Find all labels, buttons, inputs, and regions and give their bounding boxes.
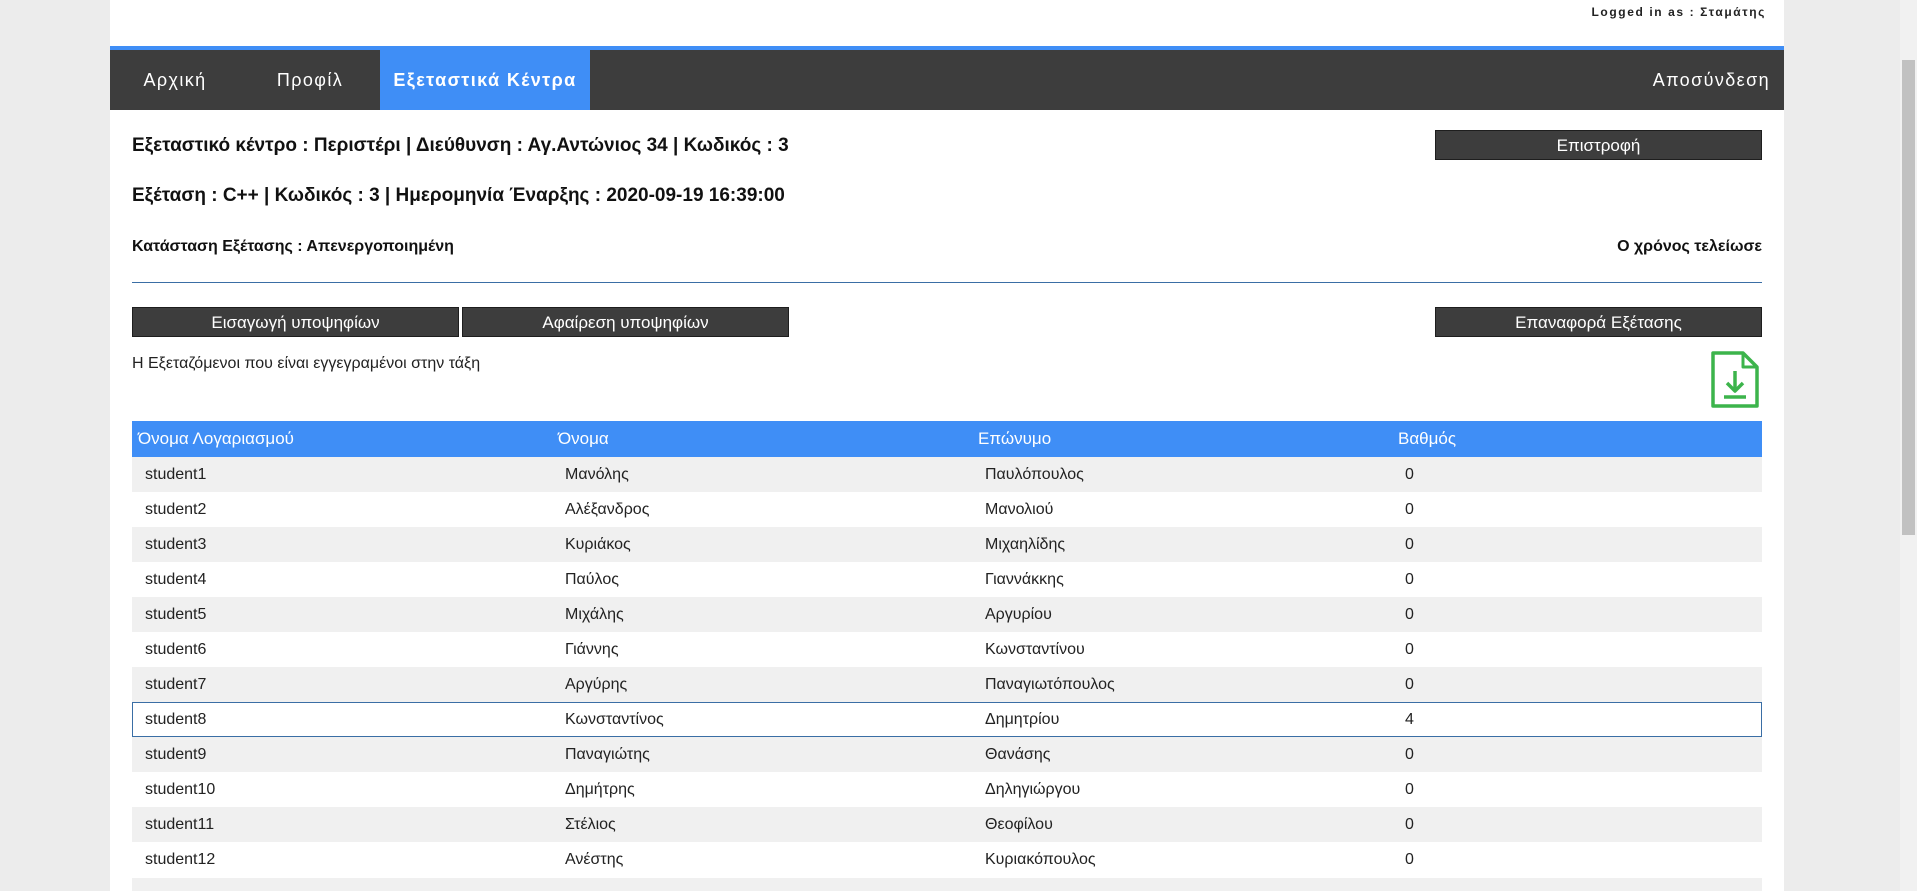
table-row[interactable]: student5 Μιχάλης Αργυρίου 0	[132, 597, 1762, 632]
cell-grade: 0	[1405, 675, 1414, 693]
cell-username: student1	[145, 465, 207, 483]
page: Logged in as : Σταμάτης Αρχική Προφίλ Εξ…	[110, 0, 1784, 891]
cell-last-name: Παναγιωτόπουλος	[985, 675, 1115, 693]
reset-exam-button[interactable]: Επαναφορά Εξέτασης	[1435, 307, 1762, 337]
table-row[interactable]: student4 Παύλος Γιαννάκκης 0	[132, 562, 1762, 597]
cell-grade: 0	[1405, 640, 1414, 658]
cell-last-name: Γιαννάκκης	[985, 570, 1064, 588]
cell-first-name: Αλέξανδρος	[565, 500, 650, 518]
cell-first-name: Παύλος	[565, 570, 619, 588]
cell-first-name: Μανόλης	[565, 465, 629, 483]
cell-grade: 0	[1405, 850, 1414, 868]
cell-last-name: Παυλόπουλος	[985, 465, 1084, 483]
cell-username: student12	[145, 850, 216, 868]
cell-last-name: Κυριακόπουλος	[985, 850, 1096, 868]
nav-logout[interactable]: Αποσύνδεση	[1653, 50, 1770, 110]
exam-info: Εξέταση : C++ | Κωδικός : 3 | Ημερομηνία…	[132, 185, 785, 206]
cell-grade: 4	[1405, 710, 1414, 728]
login-status: Logged in as : Σταμάτης	[1591, 5, 1766, 19]
cell-last-name: Μιχαηλίδης	[985, 535, 1066, 553]
cell-first-name: Κωνσταντίνος	[565, 710, 664, 728]
table-row-partial	[132, 878, 1762, 891]
table-row[interactable]: student9 Παναγιώτης Θανάσης 0	[132, 737, 1762, 772]
header-username[interactable]: Όνομα Λογαριασμού	[132, 421, 552, 457]
cell-username: student4	[145, 570, 207, 588]
header-last-name[interactable]: Επώνυμο	[972, 421, 1392, 457]
cell-first-name: Γιάννης	[565, 640, 619, 658]
cell-first-name: Στέλιος	[565, 815, 616, 833]
table-row[interactable]: student1 Μανόλης Παυλόπουλος 0	[132, 457, 1762, 492]
cell-username: student7	[145, 675, 207, 693]
table-row[interactable]: student6 Γιάννης Κωνσταντίνου 0	[132, 632, 1762, 667]
nav-home[interactable]: Αρχική	[110, 50, 240, 110]
cell-last-name: Αργυρίου	[985, 605, 1052, 623]
navbar: Αρχική Προφίλ Εξεταστικά Κέντρα Αποσύνδε…	[110, 46, 1784, 110]
exam-status: Κατάσταση Εξέτασης : Απενεργοποιημένη	[132, 238, 454, 255]
cell-first-name: Μιχάλης	[565, 605, 624, 623]
divider	[132, 282, 1762, 283]
time-status: Ο χρόνος τελείωσε	[1617, 238, 1762, 255]
cell-username: student9	[145, 745, 207, 763]
cell-grade: 0	[1405, 465, 1414, 483]
cell-grade: 0	[1405, 780, 1414, 798]
scrollbar-thumb[interactable]	[1902, 60, 1915, 535]
cell-first-name: Κυριάκος	[565, 535, 631, 553]
table-row[interactable]: student10 Δημήτρης Δηληγιώργου 0	[132, 772, 1762, 807]
add-candidates-button[interactable]: Εισαγωγή υποψηφίων	[132, 307, 459, 337]
cell-last-name: Δημητρίου	[985, 710, 1060, 728]
scrollbar[interactable]	[1900, 0, 1917, 891]
cell-username: student2	[145, 500, 207, 518]
header-first-name[interactable]: Όνομα	[552, 421, 972, 457]
nav-profile[interactable]: Προφίλ	[240, 50, 380, 110]
cell-last-name: Δηληγιώργου	[985, 780, 1081, 798]
header-grade[interactable]: Βαθμός	[1392, 421, 1762, 457]
cell-username: student3	[145, 535, 207, 553]
table-row[interactable]: student2 Αλέξανδρος Μανολιού 0	[132, 492, 1762, 527]
table-row[interactable]: student8 Κωνσταντίνος Δημητρίου 4	[132, 702, 1762, 737]
cell-last-name: Θεοφίλου	[985, 815, 1053, 833]
cell-first-name: Ανέστης	[565, 850, 624, 868]
cell-last-name: Μανολιού	[985, 500, 1054, 518]
table-row[interactable]: student12 Ανέστης Κυριακόπουλος 0	[132, 842, 1762, 877]
students-table: Όνομα Λογαριασμού Όνομα Επώνυμο Βαθμός s…	[132, 421, 1762, 877]
table-row[interactable]: student3 Κυριάκος Μιχαηλίδης 0	[132, 527, 1762, 562]
cell-username: student10	[145, 780, 216, 798]
exam-center-info: Εξεταστικό κέντρο : Περιστέρι | Διεύθυνσ…	[132, 135, 789, 156]
enrolled-note: Η Εξεταζόμενοι που είναι εγγεγραμένοι στ…	[132, 355, 481, 372]
cell-grade: 0	[1405, 500, 1414, 518]
cell-grade: 0	[1405, 605, 1414, 623]
cell-first-name: Αργύρης	[565, 675, 628, 693]
cell-grade: 0	[1405, 815, 1414, 833]
cell-last-name: Κωνσταντίνου	[985, 640, 1085, 658]
cell-username: student8	[145, 710, 207, 728]
cell-grade: 0	[1405, 535, 1414, 553]
cell-grade: 0	[1405, 745, 1414, 763]
cell-first-name: Δημήτρης	[565, 780, 635, 798]
table-row[interactable]: student11 Στέλιος Θεοφίλου 0	[132, 807, 1762, 842]
cell-last-name: Θανάσης	[985, 745, 1051, 763]
cell-username: student6	[145, 640, 207, 658]
cell-username: student11	[145, 815, 215, 833]
remove-candidates-button[interactable]: Αφαίρεση υποψηφίων	[462, 307, 789, 337]
cell-grade: 0	[1405, 570, 1414, 588]
file-download-icon[interactable]	[1709, 350, 1761, 410]
table-header-row: Όνομα Λογαριασμού Όνομα Επώνυμο Βαθμός	[132, 421, 1762, 457]
back-button[interactable]: Επιστροφή	[1435, 130, 1762, 160]
table-row[interactable]: student7 Αργύρης Παναγιωτόπουλος 0	[132, 667, 1762, 702]
cell-username: student5	[145, 605, 207, 623]
nav-exam-centers[interactable]: Εξεταστικά Κέντρα	[380, 50, 590, 110]
cell-first-name: Παναγιώτης	[565, 745, 650, 763]
